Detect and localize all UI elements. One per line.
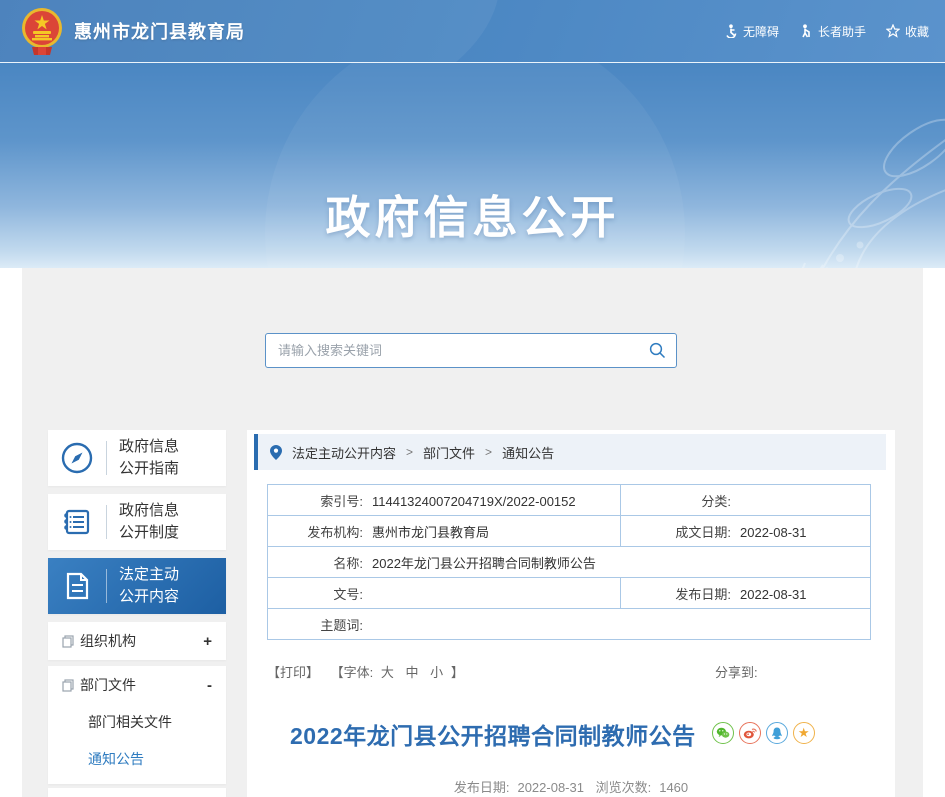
submenu-item-dept-files[interactable]: 部门文件 -: [48, 666, 226, 704]
write-date-label: 成文日期:: [675, 524, 731, 540]
book-icon: [48, 505, 106, 539]
submenu-child-dept-related-files[interactable]: 部门相关文件: [48, 704, 226, 741]
category-label: 分类:: [701, 493, 731, 509]
sidebar-item-guide[interactable]: 政府信息 公开指南: [48, 430, 226, 486]
breadcrumb-item-dept-files[interactable]: 部门文件: [423, 443, 475, 462]
elder-assist-label: 长者助手: [817, 24, 866, 39]
publish-date-caption: 发布日期:: [453, 780, 510, 795]
keywords-label: 主题词:: [320, 617, 363, 633]
share-to-label: 分享到:: [715, 665, 758, 680]
name-value: 2022年龙门县公开招聘合同制教师公告: [372, 555, 596, 571]
sidebar-card-statutory: 法定主动 公开内容: [48, 558, 226, 614]
sidebar-card-rules: 政府信息 公开制度: [48, 494, 226, 550]
table-row: 索引号: 11441324007204719X/2022-00152 分类:: [267, 484, 871, 516]
font-size-medium-button[interactable]: 中: [406, 665, 419, 680]
doc-number-value: [363, 587, 372, 602]
search-input[interactable]: [266, 343, 638, 358]
doc-number-label: 文号:: [333, 586, 363, 602]
article-toolbar: 【打印】 【字体: 大 中 小 】 分享到:: [267, 662, 875, 682]
banner-title: 政府信息公开: [325, 192, 620, 243]
submenu-item-organization[interactable]: 组织机构 +: [48, 622, 226, 660]
sidebar-item-statutory-active[interactable]: 法定主动 公开内容: [48, 558, 226, 614]
sidebar-item-statutory-label: 法定主动 公开内容: [119, 566, 180, 605]
article-title: 2022年龙门县公开招聘合同制教师公告: [290, 723, 696, 749]
article-dateline: 发布日期: 2022-08-31 浏览次数: 1460: [247, 777, 895, 796]
sidebar-item-rules-label: 政府信息 公开制度: [119, 502, 180, 541]
star-icon: [885, 24, 900, 38]
expand-plus-icon[interactable]: +: [203, 633, 212, 650]
sidebar-card-dept-files: 部门文件 - 部门相关文件 通知公告: [48, 666, 226, 784]
breadcrumb-separator: >: [485, 445, 493, 459]
pages-icon: [62, 634, 74, 648]
top-header-bar: 惠州市龙门县教育局 无障碍 长者助手 收藏: [0, 0, 945, 62]
table-row: 名称: 2022年龙门县公开招聘合同制教师公告: [267, 546, 871, 578]
index-number-label: 索引号:: [320, 493, 363, 509]
category-value: [731, 494, 740, 509]
document-meta-table: 索引号: 11441324007204719X/2022-00152 分类: 发布…: [267, 484, 871, 640]
favorite-star-icon[interactable]: ★: [792, 722, 815, 744]
favorite-link[interactable]: 收藏: [885, 23, 929, 40]
submenu-item-organization-label: 组织机构: [80, 633, 136, 649]
article-title-row: 2022年龙门县公开招聘合同制教师公告 ★: [290, 720, 815, 752]
main-panel: 法定主动公开内容 > 部门文件 > 通知公告 索引号: 1144132400720…: [247, 430, 895, 797]
favorite-label: 收藏: [904, 24, 929, 39]
name-label: 名称:: [333, 555, 363, 571]
publish-date-value: 2022-08-31: [740, 586, 807, 602]
breadcrumb-separator: >: [406, 445, 414, 459]
breadcrumb: 法定主动公开内容 > 部门文件 > 通知公告: [254, 434, 886, 470]
font-size-large-button[interactable]: 大: [381, 665, 394, 680]
breadcrumb-item-notices[interactable]: 通知公告: [502, 443, 554, 462]
publisher-label: 发布机构:: [307, 524, 363, 540]
publisher-value: 惠州市龙门县教育局: [372, 524, 490, 540]
share-icons: ★: [711, 720, 815, 744]
sidebar-item-rules[interactable]: 政府信息 公开制度: [48, 494, 226, 550]
font-size-small-button[interactable]: 小: [430, 665, 443, 680]
index-number-value: 11441324007204719X/2022-00152: [372, 493, 576, 509]
accessibility-icon: [726, 24, 737, 38]
search-button[interactable]: [638, 334, 676, 367]
publish-date-label: 发布日期:: [675, 586, 731, 602]
wechat-share-icon[interactable]: [711, 722, 734, 744]
breadcrumb-item-statutory[interactable]: 法定主动公开内容: [292, 443, 396, 462]
table-row: 主题词:: [267, 608, 871, 640]
views-caption: 浏览次数:: [595, 780, 652, 795]
submenu-item-dept-files-label: 部门文件: [80, 677, 136, 693]
sidebar-card-org: 组织机构 +: [48, 622, 226, 660]
sidebar-card-partial: [48, 788, 226, 797]
location-pin-icon: [270, 444, 282, 460]
font-size-suffix: 】: [450, 665, 464, 680]
search-icon: [649, 342, 665, 359]
national-emblem-icon: [22, 8, 62, 55]
top-links: 无障碍 长者助手 收藏: [724, 0, 929, 62]
weibo-share-icon[interactable]: [738, 722, 761, 744]
accessibility-label: 无障碍: [742, 24, 779, 39]
page-banner: 政府信息公开: [0, 62, 945, 268]
compass-icon: [48, 441, 106, 475]
views-count: 1460: [659, 780, 689, 795]
table-row: 发布机构: 惠州市龙门县教育局 成文日期: 2022-08-31: [267, 515, 871, 547]
site-title: 惠州市龙门县教育局: [74, 22, 245, 42]
qq-share-icon[interactable]: [765, 722, 788, 744]
search-box: [265, 333, 677, 368]
elder-assist-link[interactable]: 长者助手: [799, 23, 866, 40]
sidebar-item-guide-label: 政府信息 公开指南: [119, 438, 180, 477]
publish-date: 2022-08-31: [517, 780, 584, 795]
page: 惠州市龙门县教育局 无障碍 长者助手 收藏 政府信息公开 请输入搜索关键词 政府…: [0, 0, 945, 797]
keywords-value: [363, 618, 372, 633]
collapse-minus-icon[interactable]: -: [207, 677, 212, 694]
write-date-value: 2022-08-31: [740, 524, 807, 540]
pages-icon: [62, 678, 74, 692]
print-button[interactable]: 【打印】: [267, 665, 319, 680]
elder-assist-icon: [802, 24, 810, 38]
site-brand[interactable]: 惠州市龙门县教育局: [20, 0, 245, 62]
table-row: 文号: 发布日期: 2022-08-31: [267, 577, 871, 609]
submenu-child-notices-active[interactable]: 通知公告: [48, 741, 226, 778]
sidebar-card-guide: 政府信息 公开指南: [48, 430, 226, 486]
document-icon: [48, 570, 106, 602]
font-size-prefix: 【字体:: [330, 665, 374, 680]
accessibility-link[interactable]: 无障碍: [724, 23, 779, 40]
